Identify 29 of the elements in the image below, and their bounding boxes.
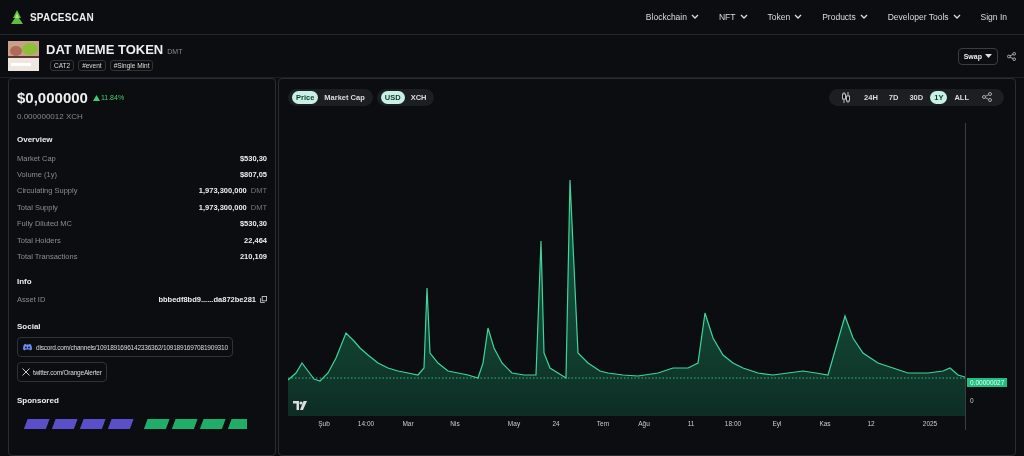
nav-link[interactable]: NFT <box>718 12 748 22</box>
brand-name[interactable]: SPACESCAN <box>30 11 94 23</box>
price-xch: 0.000000012 XCH <box>17 112 84 121</box>
up-triangle-icon <box>92 94 100 101</box>
logo-icon <box>9 9 25 25</box>
section-title: Info <box>17 276 33 286</box>
caret-icon <box>859 14 868 20</box>
caret-icon <box>985 53 992 59</box>
caret-icon <box>739 14 748 20</box>
share-icon[interactable] <box>982 92 992 102</box>
copy-icon[interactable] <box>260 296 267 304</box>
nav-link[interactable]: Blockchain <box>645 12 699 22</box>
caret-icon <box>794 14 803 20</box>
caret-icon <box>690 14 699 20</box>
caret-icon <box>952 14 961 20</box>
section-title: Social <box>17 322 42 332</box>
price: $0,000000 <box>17 89 88 106</box>
share-icon[interactable] <box>1007 51 1016 61</box>
section-title: Sponsored <box>17 396 60 406</box>
nav-link[interactable]: Sign In <box>980 12 1007 22</box>
discord-icon <box>22 343 33 352</box>
nav-link[interactable]: Products <box>822 12 868 22</box>
candlestick-icon[interactable] <box>841 91 852 103</box>
tradingview-logo <box>293 401 307 410</box>
nav-link[interactable]: Developer Tools <box>887 12 961 22</box>
nav-link[interactable]: Token <box>767 12 803 22</box>
token-name: DAT MEME TOKEN <box>46 41 164 57</box>
section-title: Overview <box>17 135 54 144</box>
x-icon <box>22 368 30 377</box>
